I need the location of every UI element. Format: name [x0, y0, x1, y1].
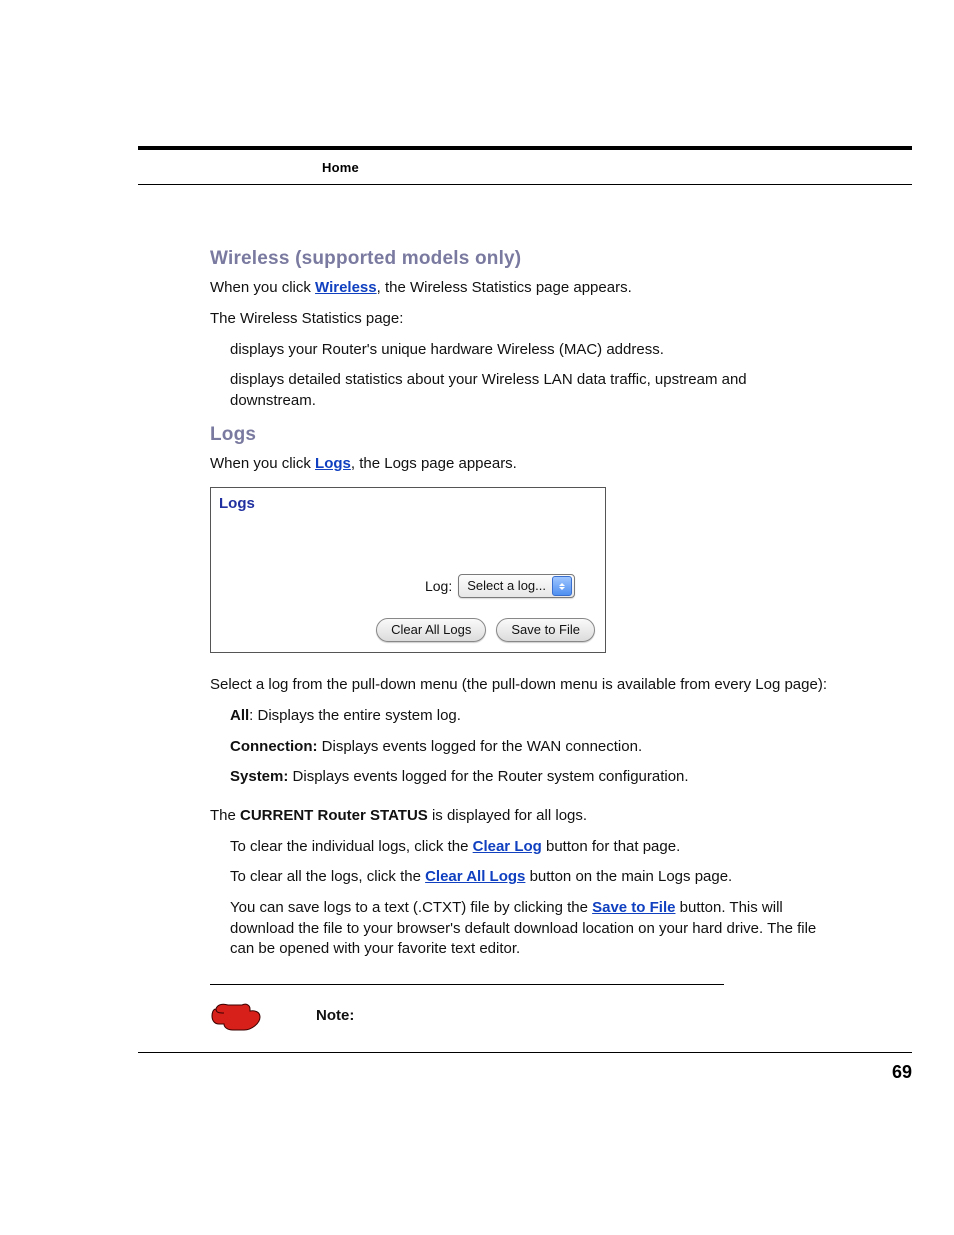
- label-system: System:: [230, 768, 288, 785]
- page-number: 69: [892, 1062, 912, 1083]
- clear-all-logs-button[interactable]: Clear All Logs: [376, 618, 486, 642]
- panel-title: Logs: [211, 488, 605, 515]
- pointing-hand-icon: [210, 999, 262, 1033]
- note-box: Note:: [210, 984, 724, 1033]
- section-heading-logs: Logs: [210, 422, 830, 448]
- label-all: All: [230, 707, 249, 724]
- link-wireless[interactable]: Wireless: [315, 279, 377, 296]
- text: button on the main Logs page.: [525, 868, 732, 885]
- label-current-status: CURRENT Router STATUS: [240, 807, 428, 824]
- logs-panel: Logs Log: Select a log... Clear All Logs…: [210, 487, 606, 654]
- list-item: displays detailed statistics about your …: [230, 370, 830, 411]
- paragraph: When you click Wireless, the Wireless St…: [210, 278, 830, 299]
- chevron-updown-icon: [552, 576, 572, 596]
- list-item: Connection: Displays events logged for t…: [230, 737, 830, 758]
- list-item: System: Displays events logged for the R…: [230, 767, 830, 788]
- text: is displayed for all logs.: [428, 807, 587, 824]
- label-connection: Connection:: [230, 738, 318, 755]
- list-item: To clear all the logs, click the Clear A…: [230, 867, 830, 888]
- text: The: [210, 807, 240, 824]
- text: , the Wireless Statistics page appears.: [377, 279, 632, 296]
- text: You can save logs to a text (.CTXT) file…: [230, 899, 592, 916]
- list-item: You can save logs to a text (.CTXT) file…: [230, 898, 830, 960]
- text: To clear all the logs, click the: [230, 868, 425, 885]
- list-item: To clear the individual logs, click the …: [230, 837, 830, 858]
- link-logs[interactable]: Logs: [315, 455, 351, 472]
- text: When you click: [210, 279, 315, 296]
- link-clear-all-logs[interactable]: Clear All Logs: [425, 868, 525, 885]
- text: button for that page.: [542, 838, 680, 855]
- link-clear-log[interactable]: Clear Log: [473, 838, 542, 855]
- breadcrumb: Home: [322, 160, 359, 175]
- select-label: Log:: [425, 577, 452, 596]
- text: : Displays the entire system log.: [249, 707, 461, 724]
- paragraph: The CURRENT Router STATUS is displayed f…: [210, 806, 830, 827]
- text: When you click: [210, 455, 315, 472]
- log-select-row: Log: Select a log...: [211, 574, 605, 598]
- text: Displays events logged for the Router sy…: [288, 768, 688, 785]
- list-item: displays your Router's unique hardware W…: [230, 340, 830, 361]
- text: To clear the individual logs, click the: [230, 838, 473, 855]
- paragraph: When you click Logs, the Logs page appea…: [210, 454, 830, 475]
- paragraph: The Wireless Statistics page:: [210, 309, 830, 330]
- link-save-to-file[interactable]: Save to File: [592, 899, 675, 916]
- panel-button-row: Clear All Logs Save to File: [211, 598, 605, 652]
- text: Displays events logged for the WAN conne…: [318, 738, 643, 755]
- select-value: Select a log...: [467, 577, 546, 595]
- note-label: Note:: [316, 1006, 354, 1027]
- save-to-file-button[interactable]: Save to File: [496, 618, 595, 642]
- log-select[interactable]: Select a log...: [458, 574, 575, 598]
- list-item: All: Displays the entire system log.: [230, 706, 830, 727]
- section-heading-wireless: Wireless (supported models only): [210, 246, 830, 272]
- header-bar: Home: [138, 146, 912, 185]
- page-body: Wireless (supported models only) When yo…: [210, 246, 830, 1033]
- text: , the Logs page appears.: [351, 455, 517, 472]
- paragraph: Select a log from the pull-down menu (th…: [210, 675, 830, 696]
- footer-rule: [138, 1052, 912, 1053]
